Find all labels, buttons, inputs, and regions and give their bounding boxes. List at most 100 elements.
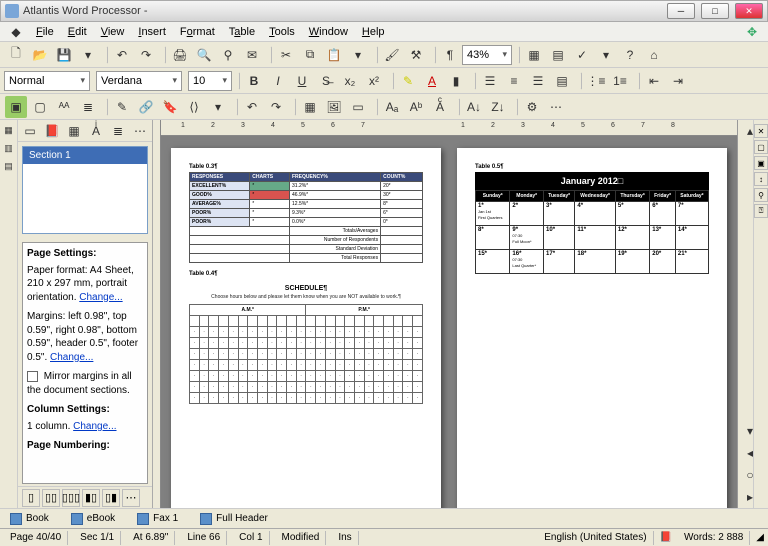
app-menu-icon[interactable]: ◆ bbox=[5, 21, 27, 43]
rt-close[interactable]: ✕ bbox=[754, 124, 768, 138]
undo2-button[interactable]: ↶ bbox=[241, 96, 263, 118]
table-button[interactable]: ▦ bbox=[299, 96, 321, 118]
horizontal-ruler[interactable]: 1234567 12345678 bbox=[161, 120, 737, 136]
expand-icon[interactable]: ✥ bbox=[741, 21, 763, 43]
pilcrow-button[interactable]: ¶ bbox=[439, 44, 461, 66]
paste-dropdown[interactable]: ▾ bbox=[347, 44, 369, 66]
sb-tab-1[interactable]: ▭ bbox=[21, 122, 39, 140]
strike-button[interactable]: S̶ bbox=[315, 70, 337, 92]
sort-asc-button[interactable]: A↓ bbox=[463, 96, 485, 118]
numbering-button[interactable]: 1≡ bbox=[609, 70, 631, 92]
close-button[interactable]: ✕ bbox=[735, 3, 763, 19]
col-layout-2[interactable]: ▯▯ bbox=[42, 489, 60, 507]
misc-a[interactable]: Aₐ bbox=[381, 96, 403, 118]
lt-1[interactable]: ▦ bbox=[1, 122, 17, 138]
box-button[interactable]: ▭ bbox=[347, 96, 369, 118]
sb-tab-5[interactable]: ≣ bbox=[109, 122, 127, 140]
tool-button[interactable]: ⚒ bbox=[405, 44, 427, 66]
menu-edit[interactable]: Edit bbox=[62, 24, 93, 40]
col-layout-3[interactable]: ▯▯▯ bbox=[62, 489, 80, 507]
align-center-button[interactable]: ≡ bbox=[503, 70, 525, 92]
menu-window[interactable]: Window bbox=[303, 24, 354, 40]
view-button-1[interactable]: ▦ bbox=[523, 44, 545, 66]
save-dropdown[interactable]: ▾ bbox=[77, 44, 99, 66]
indent-button[interactable]: ⇥ bbox=[667, 70, 689, 92]
mail-button[interactable]: ✉ bbox=[241, 44, 263, 66]
section-item[interactable]: Section 1 bbox=[23, 147, 147, 164]
home-button[interactable]: ⌂ bbox=[643, 44, 665, 66]
shape-dropdown[interactable]: ▾ bbox=[207, 96, 229, 118]
spellcheck-button[interactable]: ✓ bbox=[571, 44, 593, 66]
menu-table[interactable]: Table bbox=[223, 24, 261, 40]
copy-button[interactable]: ⧉ bbox=[299, 44, 321, 66]
change-columns-link[interactable]: Change... bbox=[73, 421, 116, 432]
generic-tool[interactable]: ⚙ bbox=[521, 96, 543, 118]
bg-color-button[interactable]: ▮ bbox=[445, 70, 467, 92]
bullets-button[interactable]: ⋮≡ bbox=[585, 70, 607, 92]
resize-grip-icon[interactable]: ◢ bbox=[756, 532, 764, 543]
view-button-2[interactable]: ▤ bbox=[547, 44, 569, 66]
save-button[interactable]: 💾 bbox=[53, 44, 75, 66]
size-combo[interactable]: 10 bbox=[188, 71, 232, 91]
redo-button[interactable]: ↷ bbox=[135, 44, 157, 66]
rt-5[interactable]: ⍰ bbox=[754, 204, 768, 218]
change-margins-link[interactable]: Change... bbox=[50, 352, 93, 363]
align-right-button[interactable]: ☰ bbox=[527, 70, 549, 92]
sort-desc-button[interactable]: Z↓ bbox=[487, 96, 509, 118]
menu-insert[interactable]: Insert bbox=[132, 24, 172, 40]
superscript-button[interactable]: x² bbox=[363, 70, 385, 92]
lt-2[interactable]: ▥ bbox=[1, 140, 17, 156]
preview-button[interactable]: 🔍 bbox=[193, 44, 215, 66]
undo-button[interactable]: ↶ bbox=[111, 44, 133, 66]
new-button[interactable]: 🗋 bbox=[5, 44, 27, 66]
col-layout-5[interactable]: ▯▮ bbox=[102, 489, 120, 507]
minimize-button[interactable]: ─ bbox=[667, 3, 695, 19]
link-button[interactable]: 🔗 bbox=[135, 96, 157, 118]
panel-toggle-button[interactable]: ▣ bbox=[5, 96, 27, 118]
sb-tab-4[interactable]: Aͥ bbox=[87, 122, 105, 140]
menu-file[interactable]: File bbox=[30, 24, 60, 40]
outdent-button[interactable]: ⇤ bbox=[643, 70, 665, 92]
align-left-button[interactable]: ☰ bbox=[479, 70, 501, 92]
sb-tab-2[interactable]: 📕 bbox=[43, 122, 61, 140]
sb-tab-6[interactable]: ⋯ bbox=[131, 122, 149, 140]
underline-button[interactable]: U bbox=[291, 70, 313, 92]
script-button[interactable]: ✎ bbox=[111, 96, 133, 118]
font-combo[interactable]: Verdana bbox=[96, 71, 182, 91]
panel-btn-3[interactable]: ᴬᴬ bbox=[53, 96, 75, 118]
bold-button[interactable]: B bbox=[243, 70, 265, 92]
print-button[interactable]: 🖨 bbox=[169, 44, 191, 66]
italic-button[interactable]: I bbox=[267, 70, 289, 92]
vertical-scrollbar[interactable]: ▴ ▾ ◂ ○ ▸ bbox=[737, 120, 753, 508]
panel-btn-2[interactable]: ▢ bbox=[29, 96, 51, 118]
tab-fax[interactable]: Fax 1 bbox=[131, 511, 184, 527]
picture-button[interactable]: 🖼 bbox=[323, 96, 345, 118]
menu-tools[interactable]: Tools bbox=[263, 24, 301, 40]
rt-1[interactable]: ▢ bbox=[754, 140, 768, 154]
format-painter-button[interactable]: 🖌 bbox=[381, 44, 403, 66]
misc-c[interactable]: Aͨ bbox=[429, 96, 451, 118]
align-justify-button[interactable]: ▤ bbox=[551, 70, 573, 92]
rt-3[interactable]: ↕ bbox=[754, 172, 768, 186]
bookmark-button[interactable]: 🔖 bbox=[159, 96, 181, 118]
tab-book[interactable]: Book bbox=[4, 511, 55, 527]
style-combo[interactable]: Normal bbox=[4, 71, 90, 91]
col-layout-1[interactable]: ▯ bbox=[22, 489, 40, 507]
more-tool[interactable]: ⋯ bbox=[545, 96, 567, 118]
col-layout-4[interactable]: ▮▯ bbox=[82, 489, 100, 507]
col-layout-more[interactable]: ⋯ bbox=[122, 489, 140, 507]
redo2-button[interactable]: ↷ bbox=[265, 96, 287, 118]
panel-btn-4[interactable]: ≣ bbox=[77, 96, 99, 118]
tab-ebook[interactable]: eBook bbox=[65, 511, 121, 527]
change-paper-link[interactable]: Change... bbox=[79, 292, 122, 303]
menu-view[interactable]: View bbox=[95, 24, 131, 40]
status-lang[interactable]: English (United States) bbox=[538, 531, 653, 545]
open-button[interactable]: 📂 bbox=[29, 44, 51, 66]
font-color-button[interactable]: A bbox=[421, 70, 443, 92]
spell-dropdown[interactable]: ▾ bbox=[595, 44, 617, 66]
page-viewport[interactable]: Table 0.3¶ RESPONSESCHARTSFREQUENCY%COUN… bbox=[161, 136, 737, 508]
rt-2[interactable]: ▣ bbox=[754, 156, 768, 170]
sb-tab-3[interactable]: ▦ bbox=[65, 122, 83, 140]
maximize-button[interactable]: □ bbox=[701, 3, 729, 19]
menu-help[interactable]: Help bbox=[356, 24, 391, 40]
